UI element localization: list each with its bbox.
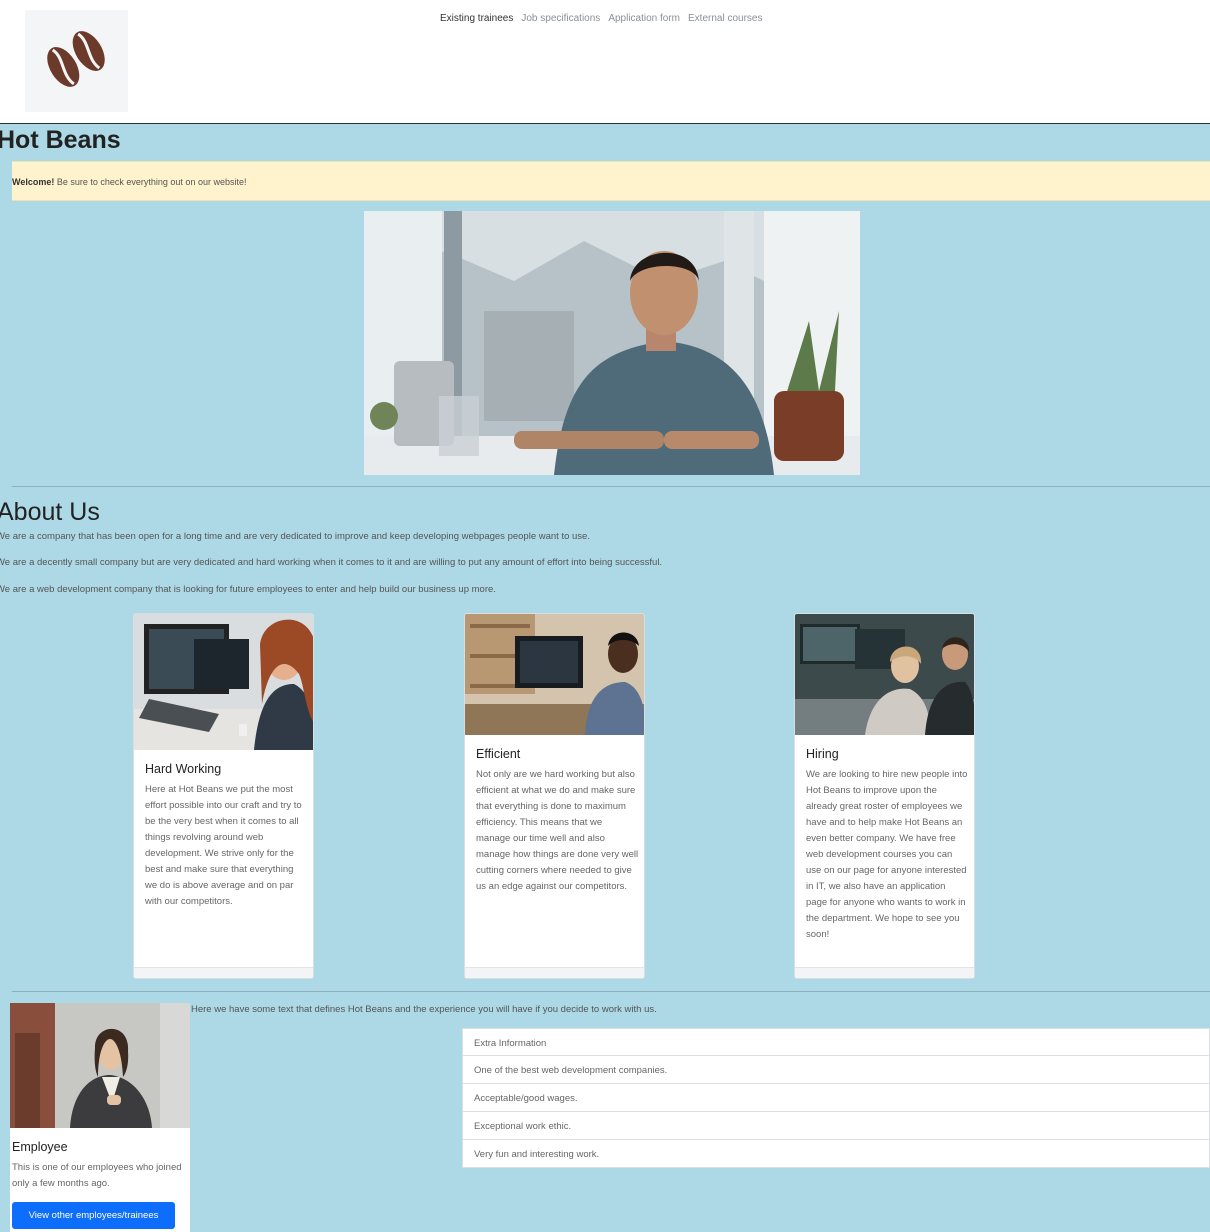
card-image bbox=[795, 614, 974, 735]
card-text: Here at Hot Beans we put the most effort… bbox=[145, 784, 302, 907]
card-image bbox=[465, 614, 644, 735]
section-divider bbox=[12, 991, 1210, 992]
section-divider bbox=[12, 486, 1210, 487]
site-title: Hot Beans bbox=[0, 126, 121, 154]
view-employees-button[interactable]: View other employees/trainees bbox=[12, 1202, 175, 1229]
card-efficient: Efficient Not only are we hard working b… bbox=[464, 613, 645, 979]
employee-title: Employee bbox=[12, 1140, 68, 1154]
main-nav: Existing trainees Job specifications Appli… bbox=[440, 13, 771, 24]
about-title: About Us bbox=[0, 498, 100, 526]
nav-application-form[interactable]: Application form bbox=[608, 13, 680, 24]
welcome-alert: Welcome! Be sure to check everything out… bbox=[12, 161, 1210, 201]
card-text: Not only are we hard working but also ef… bbox=[476, 769, 639, 892]
card-title: Efficient bbox=[476, 747, 521, 761]
employee-text: This is one of our employees who joined … bbox=[12, 1162, 182, 1189]
employee-card bbox=[10, 1003, 190, 1232]
card-footer bbox=[465, 967, 644, 978]
list-item: Acceptable/good wages. bbox=[462, 1084, 1210, 1112]
list-item: Exceptional work ethic. bbox=[462, 1112, 1210, 1140]
employee-photo bbox=[10, 1003, 190, 1128]
card-title: Hard Working bbox=[145, 762, 222, 776]
card-title: Hiring bbox=[806, 747, 839, 761]
about-paragraph: We are a company that has been open for … bbox=[0, 531, 590, 542]
info-list: Extra Information One of the best web de… bbox=[462, 1028, 1210, 1168]
nav-existing-trainees[interactable]: Existing trainees bbox=[440, 13, 513, 24]
alert-strong: Welcome! bbox=[12, 177, 55, 187]
list-item: Extra Information bbox=[462, 1028, 1210, 1056]
about-paragraph: We are a web development company that is… bbox=[0, 584, 496, 595]
coffee-bean-logo[interactable] bbox=[25, 10, 128, 112]
card-image bbox=[134, 614, 313, 750]
coffee-bean-icon bbox=[47, 31, 105, 87]
nav-job-specifications[interactable]: Job specifications bbox=[521, 13, 600, 24]
nav-external-courses[interactable]: External courses bbox=[688, 13, 762, 24]
about-paragraph: We are a decently small company but are … bbox=[0, 557, 663, 568]
info-intro: Here we have some text that defines Hot … bbox=[191, 1004, 657, 1015]
card-footer bbox=[795, 967, 974, 978]
card-text: We are looking to hire new people into H… bbox=[806, 769, 968, 940]
card-footer bbox=[134, 967, 313, 978]
list-item: Very fun and interesting work. bbox=[462, 1140, 1210, 1168]
hero-image bbox=[364, 211, 860, 475]
top-header: Existing trainees Job specifications Appli… bbox=[0, 0, 1210, 123]
card-hiring: Hiring We are looking to hire new people… bbox=[794, 613, 975, 979]
card-hard-working: Hard Working Here at Hot Beans we put th… bbox=[133, 613, 314, 979]
list-item: One of the best web development companie… bbox=[462, 1056, 1210, 1084]
alert-text: Be sure to check everything out on our w… bbox=[54, 177, 247, 187]
